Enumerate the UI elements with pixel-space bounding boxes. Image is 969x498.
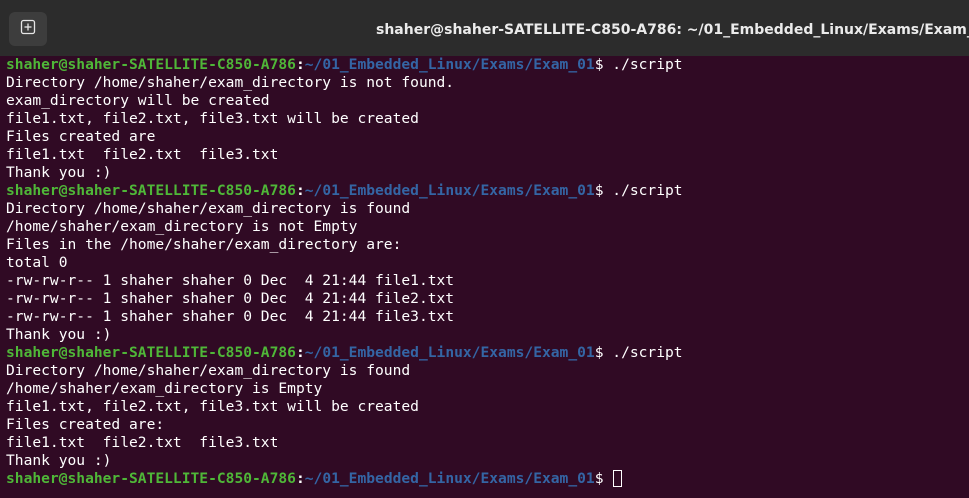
prompt-user-host: shaher@shaher-SATELLITE-C850-A786 <box>6 182 296 199</box>
prompt-path: ~/01_Embedded_Linux/Exams/Exam_01 <box>304 56 595 73</box>
output-line: exam_directory will be created <box>6 92 270 109</box>
output-line: /home/shaher/exam_directory is Empty <box>6 380 323 397</box>
prompt-path: ~/01_Embedded_Linux/Exams/Exam_01 <box>304 182 595 199</box>
output-line: Files created are <box>6 128 156 145</box>
output-line: Directory /home/shaher/exam_directory is… <box>6 362 411 379</box>
output-line: Files created are: <box>6 416 165 433</box>
command-text: ./script <box>612 182 683 199</box>
command-text: ./script <box>612 344 683 361</box>
prompt-line: shaher@shaher-SATELLITE-C850-A786:~/01_E… <box>6 470 969 488</box>
new-tab-icon <box>20 19 36 40</box>
prompt-dollar: $ <box>594 344 613 361</box>
output-line: /home/shaher/exam_directory is not Empty <box>6 218 358 235</box>
title-bar: shaher@shaher-SATELLITE-C850-A786: ~/01_… <box>0 0 969 57</box>
terminal-window: shaher@shaher-SATELLITE-C850-A786: ~/01_… <box>0 0 969 498</box>
output-line: file1.txt file2.txt file3.txt <box>6 434 279 451</box>
prompt-line: shaher@shaher-SATELLITE-C850-A786:~/01_E… <box>6 344 969 362</box>
terminal-output[interactable]: shaher@shaher-SATELLITE-C850-A786:~/01_E… <box>0 56 969 498</box>
prompt-line: shaher@shaher-SATELLITE-C850-A786:~/01_E… <box>6 182 969 200</box>
new-tab-button[interactable] <box>9 12 47 46</box>
output-line: Files in the /home/shaher/exam_directory… <box>6 236 402 253</box>
prompt-separator: : <box>295 344 305 361</box>
output-line: file1.txt, file2.txt, file3.txt will be … <box>6 110 419 127</box>
prompt-separator: : <box>295 470 305 487</box>
output-line: Thank you :) <box>6 326 112 343</box>
output-line: file1.txt file2.txt file3.txt <box>6 146 279 163</box>
prompt-path: ~/01_Embedded_Linux/Exams/Exam_01 <box>304 470 595 487</box>
prompt-user-host: shaher@shaher-SATELLITE-C850-A786 <box>6 470 296 487</box>
window-title: shaher@shaher-SATELLITE-C850-A786: ~/01_… <box>376 22 969 38</box>
text-cursor <box>613 470 623 487</box>
output-line: -rw-rw-r-- 1 shaher shaher 0 Dec 4 21:44… <box>6 290 455 307</box>
prompt-user-host: shaher@shaher-SATELLITE-C850-A786 <box>6 344 296 361</box>
prompt-separator: : <box>295 182 305 199</box>
command-text: ./script <box>612 56 683 73</box>
prompt-user-host: shaher@shaher-SATELLITE-C850-A786 <box>6 56 296 73</box>
output-line: total 0 <box>6 254 68 271</box>
output-line: Thank you :) <box>6 452 112 469</box>
prompt-dollar: $ <box>594 470 613 487</box>
output-line: Thank you :) <box>6 164 112 181</box>
prompt-separator: : <box>295 56 305 73</box>
prompt-line: shaher@shaher-SATELLITE-C850-A786:~/01_E… <box>6 56 969 74</box>
prompt-dollar: $ <box>594 56 613 73</box>
prompt-dollar: $ <box>594 182 613 199</box>
output-line: Directory /home/shaher/exam_directory is… <box>6 74 455 91</box>
output-line: Directory /home/shaher/exam_directory is… <box>6 200 411 217</box>
output-line: file1.txt, file2.txt, file3.txt will be … <box>6 398 419 415</box>
output-line: -rw-rw-r-- 1 shaher shaher 0 Dec 4 21:44… <box>6 272 455 289</box>
output-line: -rw-rw-r-- 1 shaher shaher 0 Dec 4 21:44… <box>6 308 455 325</box>
prompt-path: ~/01_Embedded_Linux/Exams/Exam_01 <box>304 344 595 361</box>
